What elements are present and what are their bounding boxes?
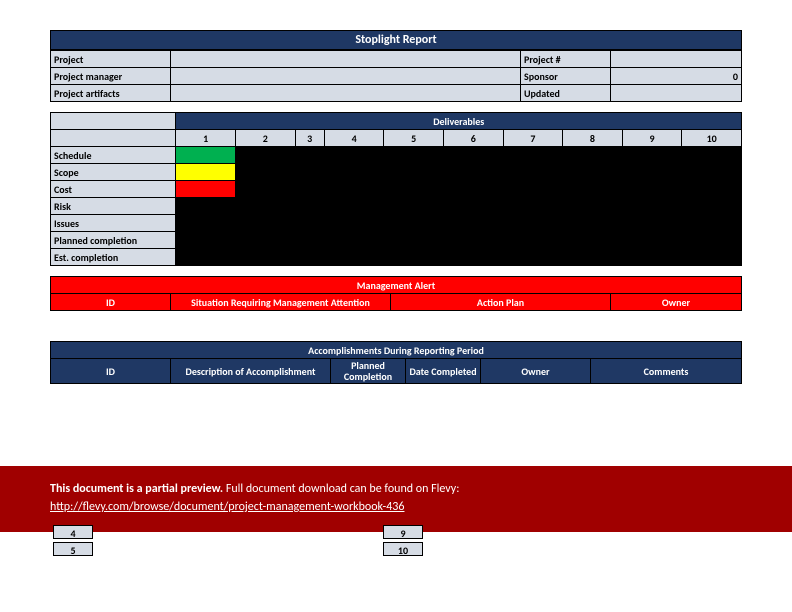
- bottom-a1: 4: [53, 525, 93, 539]
- bottom-b2: 10: [383, 542, 423, 556]
- accomp-desc: Description of Accomplishment: [171, 359, 331, 384]
- bottom-b1: 9: [383, 525, 423, 539]
- col-10: 10: [682, 130, 742, 147]
- preview-tail: Full document download can be found on F…: [223, 482, 459, 496]
- accomp-owner: Owner: [481, 359, 591, 384]
- col-7: 7: [503, 130, 563, 147]
- updated-value: [611, 85, 742, 102]
- project-info-table: Project Project # Project manager Sponso…: [50, 50, 742, 102]
- preview-bold: This document is a partial preview.: [50, 482, 223, 496]
- deliverables-blank: [51, 113, 176, 130]
- col-4: 4: [324, 130, 384, 147]
- row-risk: Risk: [51, 198, 176, 215]
- alert-table: Management Alert ID Situation Requiring …: [50, 276, 742, 311]
- col-3: 3: [295, 130, 324, 147]
- col-2: 2: [236, 130, 296, 147]
- bottom-numbers: 4 9 5 10: [50, 524, 742, 558]
- row-cost: Cost: [51, 181, 176, 198]
- sponsor-label: Sponsor: [521, 68, 611, 85]
- accomp-id: ID: [51, 359, 171, 384]
- artifacts-value: [171, 85, 521, 102]
- risk-rest: [176, 198, 742, 215]
- row-scope: Scope: [51, 164, 176, 181]
- planned-rest: [176, 232, 742, 249]
- updated-label: Updated: [521, 85, 611, 102]
- deliverables-rowhead-blank: [51, 130, 176, 147]
- row-schedule: Schedule: [51, 147, 176, 164]
- row-planned: Planned completion: [51, 232, 176, 249]
- col-6: 6: [444, 130, 504, 147]
- schedule-1-green: [176, 147, 236, 164]
- scope-rest: [236, 164, 742, 181]
- alert-situation: Situation Requiring Management Attention: [171, 294, 391, 311]
- cost-rest: [236, 181, 742, 198]
- project-label: Project: [51, 51, 171, 68]
- accomplishments-table: Accomplishments During Reporting Period …: [50, 341, 742, 384]
- alert-action: Action Plan: [391, 294, 611, 311]
- accomp-date: Date Completed: [406, 359, 481, 384]
- alert-header: Management Alert: [51, 277, 742, 294]
- col-1: 1: [176, 130, 236, 147]
- sponsor-value: 0: [611, 68, 742, 85]
- col-5: 5: [384, 130, 444, 147]
- preview-banner: This document is a partial preview. Full…: [0, 466, 792, 532]
- pm-value: [171, 68, 521, 85]
- pm-label: Project manager: [51, 68, 171, 85]
- scope-1-yellow: [176, 164, 236, 181]
- cost-1-red: [176, 181, 236, 198]
- deliverables-header: Deliverables: [176, 113, 742, 130]
- report-title: Stoplight Report: [50, 30, 742, 50]
- alert-owner: Owner: [611, 294, 742, 311]
- project-num-value: [611, 51, 742, 68]
- col-9: 9: [622, 130, 682, 147]
- row-issues: Issues: [51, 215, 176, 232]
- issues-rest: [176, 215, 742, 232]
- accomp-planned: Planned Completion: [331, 359, 406, 384]
- project-num-label: Project #: [521, 51, 611, 68]
- schedule-rest: [236, 147, 742, 164]
- deliverables-table: Deliverables 1 2 3 4 5 6 7 8 9 10 Schedu…: [50, 112, 742, 266]
- col-8: 8: [563, 130, 623, 147]
- row-est: Est. completion: [51, 249, 176, 266]
- est-rest: [176, 249, 742, 266]
- project-value: [171, 51, 521, 68]
- accomp-header: Accomplishments During Reporting Period: [51, 342, 742, 359]
- artifacts-label: Project artifacts: [51, 85, 171, 102]
- preview-link[interactable]: http://flevy.com/browse/document/project…: [50, 500, 404, 514]
- bottom-a2: 5: [53, 542, 93, 556]
- alert-id: ID: [51, 294, 171, 311]
- accomp-comments: Comments: [591, 359, 742, 384]
